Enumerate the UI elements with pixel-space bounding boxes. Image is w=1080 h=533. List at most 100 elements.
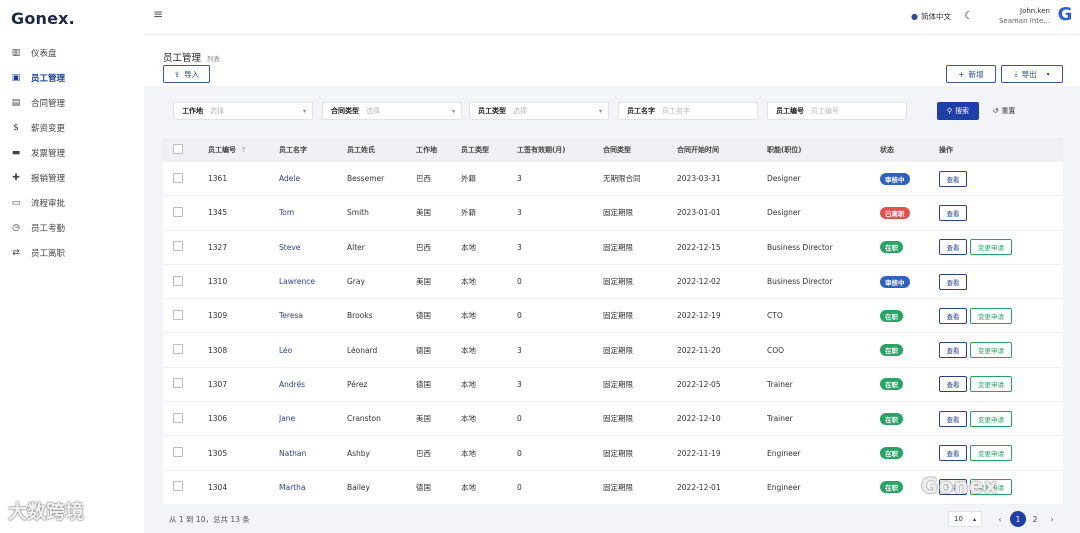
menu-toggle-icon[interactable]: ≡ [153,7,163,21]
cell-first[interactable]: Tom [279,208,347,217]
status-cell: 在职 [880,309,939,322]
view-button[interactable]: 查看 [939,204,967,221]
cell-id: 1306 [208,414,228,424]
cell-contract: 固定期限 [603,208,633,218]
column-header[interactable]: 员工编号 ↑ [208,145,279,155]
export-button[interactable]: ⤓ 导出 ▾ [1001,65,1063,83]
prev-page-icon[interactable]: ‹ [992,511,1008,527]
work-location-filter[interactable]: 工作地 选择 ▾ [173,102,313,120]
clock-icon: ◷ [12,222,20,233]
export-button-label: 导出 [1021,69,1037,79]
cell-location: 德国 [416,482,431,492]
change-request-button[interactable]: 变更申请 [970,410,1012,427]
sidebar-item-5[interactable]: ✚ 报销管理 [0,165,144,190]
change-request-button[interactable]: 变更申请 [970,376,1012,393]
language-switcher[interactable]: ● 简体中文 [911,11,951,22]
employee-id-input[interactable]: 员工编号 [808,106,906,116]
next-page-icon[interactable]: › [1044,511,1060,527]
cell-first[interactable]: Jane [279,414,347,423]
row-checkbox[interactable] [173,241,183,252]
row-checkbox[interactable] [173,481,183,492]
change-request-button[interactable]: 变更申请 [970,445,1012,462]
cell-contract: 固定期限 [603,242,633,252]
row-checkbox[interactable] [173,378,183,389]
row-checkbox[interactable] [173,344,183,355]
search-button[interactable]: ⚲ 搜索 [937,102,979,120]
dollar-icon: $ [13,122,19,133]
top-header: ≡ ● 简体中文 ☾ John.ken Seaman Inte... G [144,0,1080,34]
row-checkbox[interactable] [173,309,183,320]
view-button[interactable]: 查看 [939,410,967,427]
cell-first[interactable]: Steve [279,243,347,252]
contract-type-filter[interactable]: 合同类型 选择 ▾ [322,102,462,120]
change-request-button[interactable]: 变更申请 [970,239,1012,256]
cell-first[interactable]: Nathan [279,449,347,458]
status-badge: 审核中 [880,275,910,288]
sidebar-item-1[interactable]: ▣ 员工管理 [0,65,144,90]
app-logo[interactable]: Gonex. [11,9,75,28]
avatar[interactable]: G [1054,4,1076,26]
employee-name-input[interactable]: 员工名字 [659,106,757,116]
cell-first[interactable]: Andrés [279,380,347,389]
view-button[interactable]: 查看 [939,307,967,324]
sidebar-item-7[interactable]: ◷ 员工考勤 [0,215,144,240]
employee-name-filter[interactable]: 员工名字 员工名字 [618,102,758,120]
row-select-cell [163,481,208,493]
dark-mode-icon[interactable]: ☾ [964,9,974,22]
upload-icon: ⇪ [173,69,181,79]
row-checkbox[interactable] [173,412,183,423]
page-1-button[interactable]: 1 [1010,511,1026,527]
sidebar-item-8[interactable]: ⇄ 员工离职 [0,240,144,265]
employee-type-filter[interactable]: 员工类型 选择 ▾ [469,102,609,120]
row-checkbox[interactable] [173,447,183,458]
page-header: 员工管理 列表 ⇪ 导入 + 新增 ⤓ 导出 ▾ [144,34,1080,86]
page-size-select[interactable]: 10 ▴ [948,511,982,527]
row-checkbox[interactable] [173,275,183,286]
cell-start: 2022-12-02 [677,277,721,287]
cell-location: 德国 [416,311,431,321]
page-2-button[interactable]: 2 [1027,511,1043,527]
view-button[interactable]: 查看 [939,376,967,393]
row-checkbox[interactable] [173,172,183,183]
sidebar-item-0[interactable]: ▥ 仪表盘 [0,40,144,65]
cell-first[interactable]: Teresa [279,311,347,320]
cell-first[interactable]: Martha [279,483,347,492]
status-cell: 审核中 [880,172,939,185]
reset-button[interactable]: ↺ 重置 [983,102,1025,120]
cell-id: 1307 [208,379,228,389]
sidebar-item-4[interactable]: ▬ 发票管理 [0,140,144,165]
view-button[interactable]: 查看 [939,170,967,187]
view-button[interactable]: 查看 [939,273,967,290]
employee-id-filter[interactable]: 员工编号 员工编号 [767,102,907,120]
actions-cell: 查看 [939,273,1063,290]
cell-type: 本地 [461,345,476,355]
column-header: 操作 [939,145,1063,155]
cell-first[interactable]: Léo [279,346,347,355]
view-button[interactable]: 查看 [939,445,967,462]
row-select-cell [163,172,208,185]
sidebar-item-label: 员工管理 [31,73,66,84]
select-all-checkbox[interactable] [173,144,183,154]
actions-cell: 查看 变更申请 [939,445,1063,462]
sidebar-item-2[interactable]: ▤ 合同管理 [0,90,144,115]
change-request-button[interactable]: 变更申请 [970,342,1012,359]
sidebar-item-3[interactable]: $ 薪资变更 [0,115,144,140]
cell-first[interactable]: Lawrence [279,277,347,286]
actions-cell: 查看 变更申请 [939,239,1063,256]
view-button[interactable]: 查看 [939,342,967,359]
chevron-down-icon: ▾ [302,107,306,115]
row-checkbox[interactable] [173,206,183,217]
sidebar-item-6[interactable]: ▭ 流程审批 [0,190,144,215]
table-row: 1307 Andrés Pérez 德国 本地 3 固定期限 2022-12-05 Traine… [163,367,1063,403]
status-badge: 在职 [880,481,903,494]
add-button[interactable]: + 新增 [946,65,996,83]
user-info[interactable]: John.ken Seaman Inte... [990,6,1050,26]
cell-contract: 无期限合同 [603,174,641,184]
import-button[interactable]: ⇪ 导入 [163,65,210,83]
cell-visa: 3 [517,242,522,252]
sort-arrow-icon[interactable]: ↑ [241,146,247,154]
change-request-button[interactable]: 变更申请 [970,307,1012,324]
table-row: 1306 Jane Cranston 美国 本地 0 固定期限 2022-12-10 Train… [163,402,1063,437]
view-button[interactable]: 查看 [939,239,967,256]
cell-first[interactable]: Adele [279,174,347,183]
